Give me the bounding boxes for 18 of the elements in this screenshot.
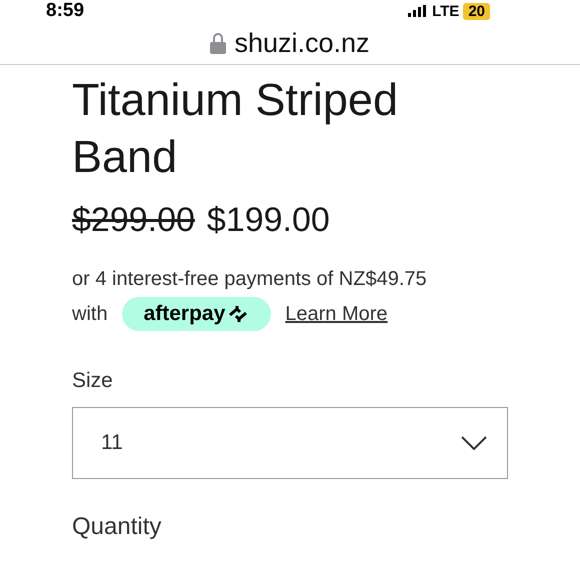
product-title: Titanium Striped Band xyxy=(72,73,399,184)
learn-more-link[interactable]: Learn More xyxy=(285,302,388,326)
quantity-label: Quantity xyxy=(72,513,162,541)
arrows-icon xyxy=(227,305,250,323)
sale-price: $199.00 xyxy=(206,201,330,240)
status-time: 8:59 xyxy=(46,0,84,22)
battery-indicator: 20 xyxy=(463,2,490,20)
size-dropdown[interactable]: 11 xyxy=(72,407,508,479)
lock-icon xyxy=(210,32,226,54)
original-price: $299.00 xyxy=(72,201,195,240)
afterpay-badge: afterpay xyxy=(122,297,272,331)
installment-text: or 4 interest-free payments of NZ$49.75 xyxy=(72,268,428,291)
chevron-down-icon xyxy=(461,436,487,450)
network-label: LTE xyxy=(432,2,460,20)
size-label: Size xyxy=(72,369,114,393)
with-text: with xyxy=(72,302,108,326)
signal-icon xyxy=(408,5,428,17)
url-text[interactable]: shuzi.co.nz xyxy=(234,28,370,58)
